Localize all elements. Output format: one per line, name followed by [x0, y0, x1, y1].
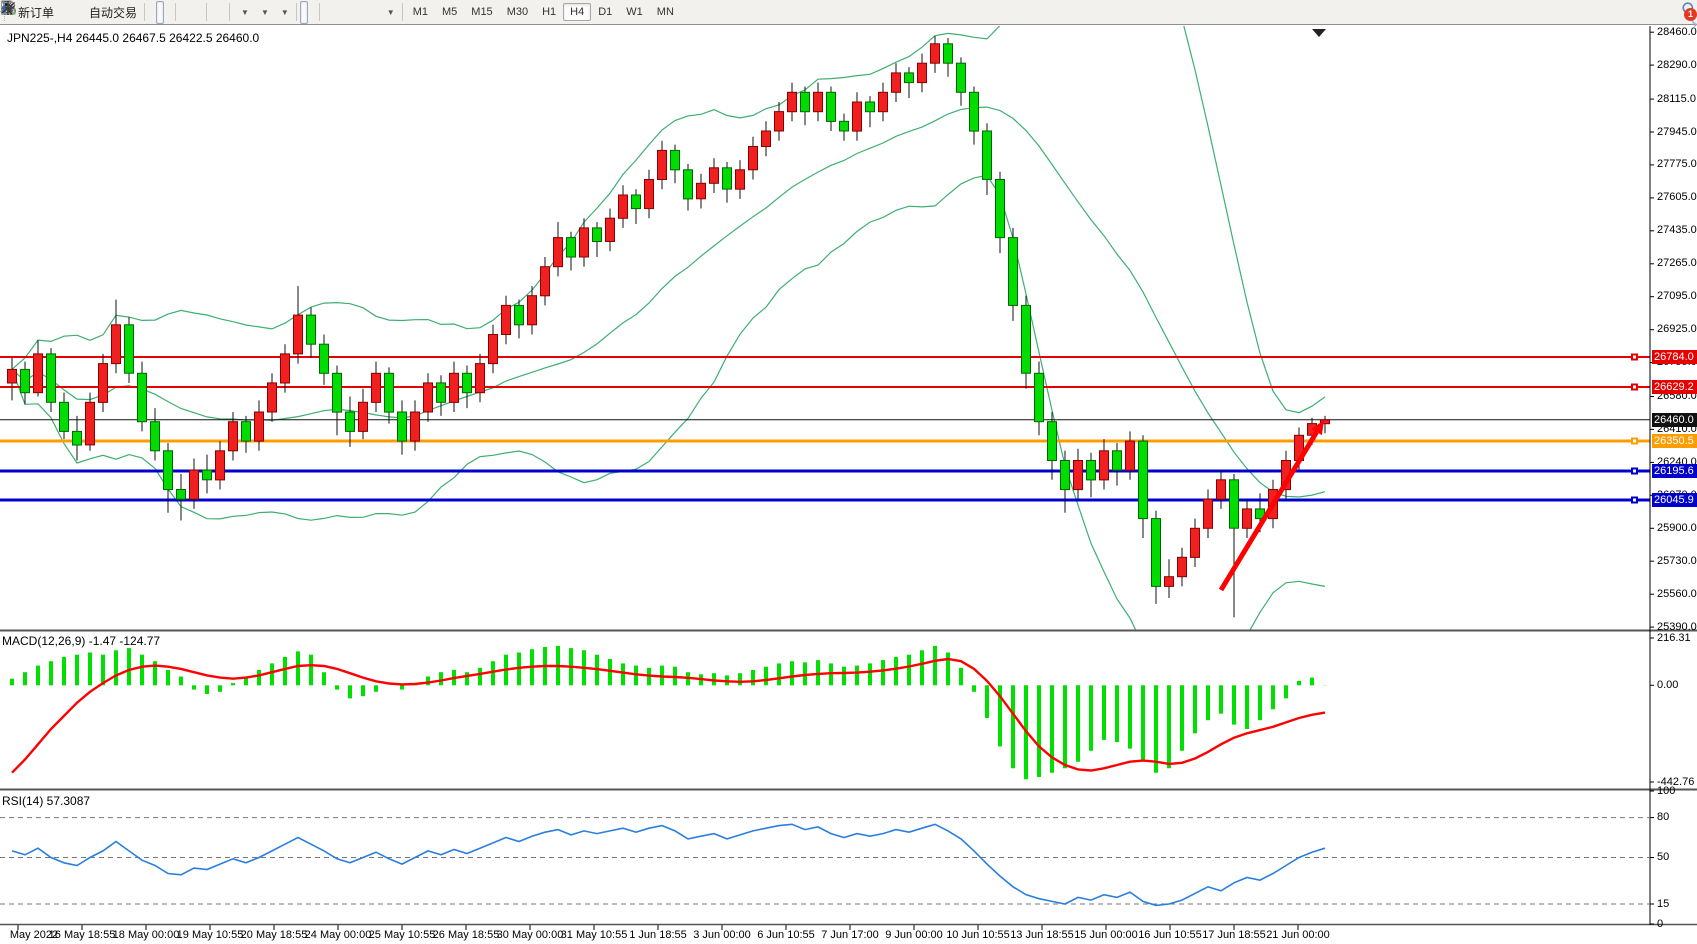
- time-axis-label[interactable]: 16 Jun 10:55: [1138, 929, 1202, 941]
- support-line-1-price-flag: 26195.6: [1652, 464, 1697, 478]
- macd-axis-tick: 216.31: [1657, 632, 1691, 644]
- price-axis-tick: 27095.0: [1657, 290, 1697, 302]
- price-axis-tick: 25560.0: [1657, 588, 1697, 600]
- rsi-axis-tick: 50: [1657, 851, 1669, 863]
- time-axis-label[interactable]: 9 Jun 00:00: [885, 929, 943, 941]
- macd-axis-tick: 0.00: [1657, 679, 1678, 691]
- time-axis-label[interactable]: 20 May 18:55: [241, 929, 308, 941]
- chart-shift-marker[interactable]: [1312, 29, 1326, 37]
- time-axis-label[interactable]: 19 May 10:55: [177, 929, 244, 941]
- rsi-axis-tick: 100: [1657, 785, 1675, 797]
- time-axis-label[interactable]: 6 Jun 10:55: [757, 929, 815, 941]
- price-axis-tick: 27435.0: [1657, 224, 1697, 236]
- chart-symbol-label: JPN225-,H4 26445.0 26467.5 26422.5 26460…: [7, 31, 259, 45]
- time-axis-label[interactable]: 13 Jun 18:55: [1010, 929, 1074, 941]
- rsi-axis-tick: 80: [1657, 811, 1669, 823]
- time-axis-label[interactable]: 17 Jun 18:55: [1202, 929, 1266, 941]
- time-axis-label[interactable]: 3 Jun 00:00: [693, 929, 751, 941]
- price-axis-tick: 27265.0: [1657, 257, 1697, 269]
- time-axis-label[interactable]: 30 May 00:00: [497, 929, 564, 941]
- trading-platform-window: 新订单自动交易▼▼▼EFAT▼M1M5M15M30H1H4D1W1MN1 JPN…: [0, 0, 1697, 944]
- candles: [8, 36, 1330, 617]
- time-axis-label[interactable]: 16 May 18:55: [49, 929, 116, 941]
- pivot-line-price-flag: 26350.5: [1652, 434, 1697, 448]
- rsi-axis-tick: 15: [1657, 898, 1669, 910]
- rsi-axis-tick: 0: [1657, 918, 1663, 930]
- rsi-label: RSI(14) 57.3087: [2, 794, 90, 808]
- price-axis-tick: 28115.0: [1657, 93, 1696, 105]
- resistance-line-1-price-flag: 26784.0: [1652, 350, 1697, 364]
- price-axis-tick: 25900.0: [1657, 522, 1697, 534]
- time-axis-label[interactable]: 18 May 00:00: [113, 929, 180, 941]
- price-axis-tick: 28290.0: [1657, 59, 1697, 71]
- macd-label: MACD(12,26,9) -1.47 -124.77: [2, 634, 160, 648]
- time-axis-label[interactable]: 21 Jun 00:00: [1266, 929, 1330, 941]
- price-axis-tick: 26925.0: [1657, 323, 1697, 335]
- time-axis-label[interactable]: 25 May 10:55: [369, 929, 436, 941]
- rsi-indicator: [12, 824, 1325, 905]
- price-axis-tick: 25730.0: [1657, 555, 1697, 567]
- price-axis-tick: 27605.0: [1657, 191, 1697, 203]
- time-axis-label[interactable]: 10 Jun 10:55: [946, 929, 1010, 941]
- time-axis-label[interactable]: 24 May 00:00: [305, 929, 372, 941]
- support-line-2-price-flag: 26045.9: [1652, 493, 1697, 507]
- time-axis-label[interactable]: 15 Jun 00:00: [1074, 929, 1138, 941]
- macd-indicator: [12, 646, 1325, 779]
- time-axis-label[interactable]: 26 May 18:55: [433, 929, 500, 941]
- price-axis-tick: 28460.0: [1657, 26, 1697, 38]
- time-axis-label[interactable]: 7 Jun 17:00: [821, 929, 879, 941]
- price-axis-tick: 27945.0: [1657, 126, 1697, 138]
- time-axis-label[interactable]: 1 Jun 18:55: [629, 929, 687, 941]
- resistance-line-2-price-flag: 26629.2: [1652, 380, 1697, 394]
- current-price-line-price-flag: 26460.0: [1652, 413, 1697, 427]
- price-axis-tick: 27775.0: [1657, 158, 1697, 170]
- time-axis-label[interactable]: 31 May 10:55: [561, 929, 628, 941]
- chart-canvas[interactable]: [0, 0, 1697, 944]
